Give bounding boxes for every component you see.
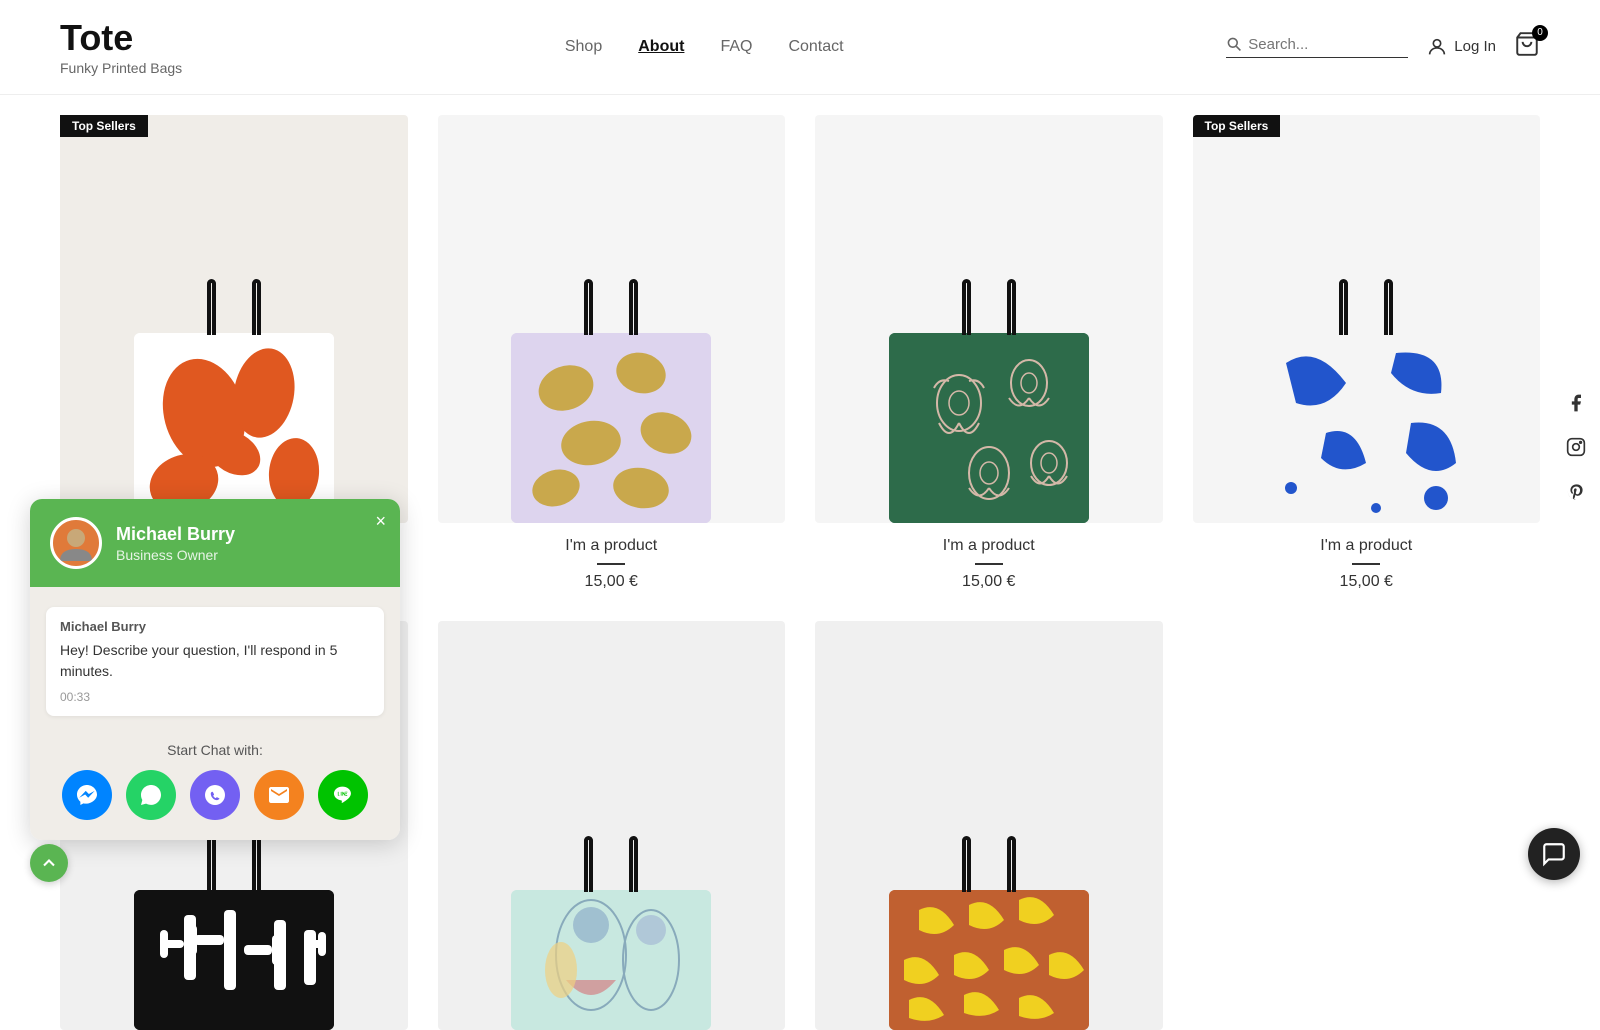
header: Tote Funky Printed Bags Shop About FAQ C…: [0, 0, 1600, 95]
handle-left: [207, 279, 216, 335]
product-image-3: [815, 115, 1163, 524]
badge-top-sellers-1: Top Sellers: [60, 115, 148, 137]
nav-about[interactable]: About: [638, 38, 684, 56]
handle-right-2: [629, 279, 638, 335]
handle-right-3: [1007, 279, 1016, 335]
login-button[interactable]: Log In: [1426, 36, 1496, 58]
product-divider-4: [1352, 563, 1380, 565]
bag-body-1: [134, 333, 334, 523]
bag-body-7: [889, 890, 1089, 1030]
pattern-orange: [134, 333, 334, 523]
chat-message: Michael Burry Hey! Describe your questio…: [46, 607, 384, 716]
chat-toggle-button[interactable]: [1528, 828, 1580, 880]
bag-body-4: [1266, 333, 1466, 523]
handle-right-5: [252, 836, 261, 892]
handle-right-4: [1384, 279, 1393, 335]
badge-top-sellers-4: Top Sellers: [1193, 115, 1281, 137]
messenger-button[interactable]: [62, 770, 112, 820]
chat-msg-text: Hey! Describe your question, I'll respon…: [60, 640, 370, 682]
pattern-teal: [511, 890, 711, 1030]
email-button[interactable]: [254, 770, 304, 820]
site-title: Tote: [60, 18, 182, 58]
bag-body-2: [511, 333, 711, 523]
handle-left-4: [1339, 279, 1348, 335]
product-image-2: [438, 115, 786, 524]
avatar-icon: [56, 523, 96, 563]
pattern-black-cactus: [134, 890, 334, 1030]
bag-body-6: [511, 890, 711, 1030]
pattern-banana: [889, 890, 1089, 1030]
pinterest-icon[interactable]: [1566, 481, 1586, 507]
chat-channels: [46, 770, 384, 820]
product-title-3: I'm a product: [943, 537, 1035, 555]
product-image-4: Top Sellers: [1193, 115, 1541, 524]
product-image-7: [815, 621, 1163, 1030]
handle-left-6: [584, 836, 593, 892]
login-label: Log In: [1454, 38, 1496, 55]
handle-left-5: [207, 836, 216, 892]
search-icon: [1226, 36, 1242, 52]
chat-user-role: Business Owner: [116, 547, 235, 563]
chat-msg-time: 00:33: [60, 690, 370, 704]
chat-body: Michael Burry Hey! Describe your questio…: [30, 587, 400, 732]
handle-left-7: [962, 836, 971, 892]
product-title-4: I'm a product: [1320, 537, 1412, 555]
product-card-6: [438, 621, 786, 1030]
pattern-green: [889, 333, 1089, 523]
product-price-3: 15,00 €: [962, 573, 1015, 591]
product-card-4: Top Sellers: [1193, 115, 1541, 592]
logo-area: Tote Funky Printed Bags: [60, 18, 182, 76]
chat-close-button[interactable]: ×: [375, 511, 386, 532]
handle-left-3: [962, 279, 971, 335]
bag-body-5: [134, 890, 334, 1030]
chat-start-section: Start Chat with:: [30, 732, 400, 840]
handle-right-6: [629, 836, 638, 892]
header-right: Log In 0: [1226, 31, 1540, 63]
search-bar: [1226, 36, 1408, 58]
user-icon: [1426, 36, 1448, 58]
pattern-lavender: [511, 333, 711, 523]
search-input[interactable]: [1248, 36, 1408, 53]
product-card-7: [815, 621, 1163, 1030]
viber-button[interactable]: [190, 770, 240, 820]
nav-contact[interactable]: Contact: [788, 38, 843, 56]
pattern-blue-white: [1266, 333, 1466, 523]
chat-header: Michael Burry Business Owner ×: [30, 499, 400, 587]
chat-msg-sender: Michael Burry: [60, 619, 370, 634]
facebook-icon[interactable]: [1566, 393, 1586, 419]
nav-faq[interactable]: FAQ: [720, 38, 752, 56]
chat-avatar: [50, 517, 102, 569]
chat-widget: Michael Burry Business Owner × Michael B…: [30, 499, 400, 840]
product-title-2: I'm a product: [565, 537, 657, 555]
cart-button[interactable]: 0: [1514, 31, 1540, 63]
handle-left-2: [584, 279, 593, 335]
cart-badge: 0: [1532, 25, 1548, 41]
product-price-4: 15,00 €: [1340, 573, 1393, 591]
chat-user-name: Michael Burry: [116, 524, 235, 545]
product-card-2: I'm a product 15,00 €: [438, 115, 786, 592]
product-divider-3: [975, 563, 1003, 565]
chat-minimize-button[interactable]: [30, 844, 68, 882]
whatsapp-button[interactable]: [126, 770, 176, 820]
chat-user-info: Michael Burry Business Owner: [116, 524, 235, 563]
product-card-3: I'm a product 15,00 €: [815, 115, 1163, 592]
product-divider-2: [597, 563, 625, 565]
product-card-empty: [1193, 621, 1541, 1030]
handle-right-7: [1007, 836, 1016, 892]
social-sidebar: [1552, 381, 1600, 519]
chat-start-label: Start Chat with:: [46, 742, 384, 758]
bag-body-3: [889, 333, 1089, 523]
nav-shop[interactable]: Shop: [565, 38, 602, 56]
instagram-icon[interactable]: [1566, 437, 1586, 463]
main-nav: Shop About FAQ Contact: [565, 38, 844, 56]
handle-right: [252, 279, 261, 335]
product-image-6: [438, 621, 786, 1030]
line-button[interactable]: [318, 770, 368, 820]
product-image-1: Top Sellers: [60, 115, 408, 524]
product-price-2: 15,00 €: [585, 573, 638, 591]
site-subtitle: Funky Printed Bags: [60, 60, 182, 76]
